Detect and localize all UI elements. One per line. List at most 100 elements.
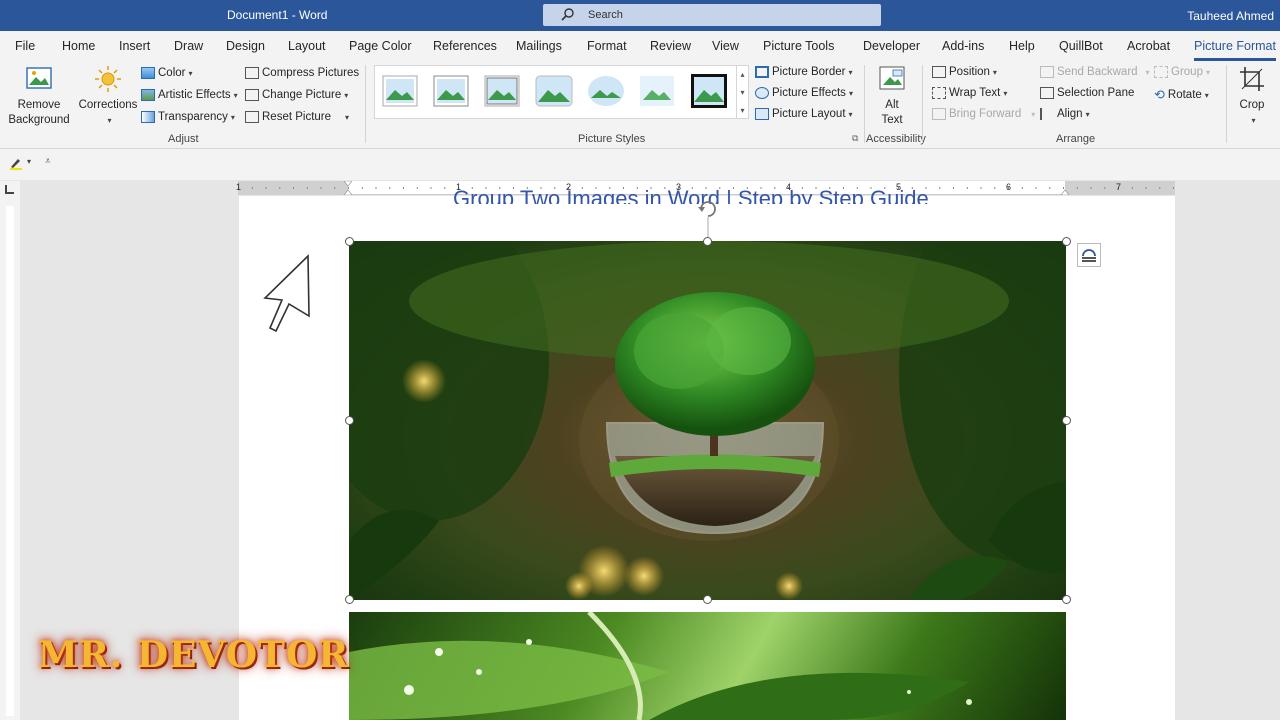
ruler-tick [980,187,982,189]
alt-text-label-1: Alt [885,99,899,111]
tab-insert[interactable]: Insert [119,39,150,53]
resize-handle-top-left[interactable] [345,237,354,246]
resize-handle-left[interactable] [345,416,354,425]
tab-design[interactable]: Design [226,39,265,53]
picture-styles-group-label: Picture Styles [578,133,646,145]
tab-picture-format[interactable]: Picture Format [1194,39,1276,53]
color-button[interactable]: Color ▾ [141,67,193,79]
wrap-text-label: Wrap Text [949,87,1001,99]
mouse-cursor-icon [263,254,310,332]
second-picture[interactable] [349,612,1066,720]
artistic-effects-button[interactable]: Artistic Effects ▾ [141,89,238,101]
selection-pane-button[interactable]: Selection Pane [1040,87,1134,99]
chevron-down-icon: ▾ [848,109,853,119]
tab-layout[interactable]: Layout [288,39,326,53]
alt-text-icon [879,66,905,90]
crop-icon [1240,67,1264,91]
selection-pane-label: Selection Pane [1057,87,1135,99]
selected-picture[interactable] [349,241,1066,600]
alt-text-button[interactable]: Alt Text [872,65,912,128]
picture-effects-button[interactable]: Picture Effects ▾ [755,87,853,99]
chevron-down-icon[interactable]: ▾ [27,157,31,166]
picture-style-6 [640,76,674,106]
group-divider [365,65,366,143]
rotate-icon: ⟲ [1154,87,1165,102]
document-heading[interactable]: Group Two Images in Word | Step by Step … [453,184,929,204]
compress-pictures-button[interactable]: Compress Pictures [245,67,359,79]
resize-handle-bottom[interactable] [703,595,712,604]
resize-handle-top-right[interactable] [1062,237,1071,246]
highlighter-icon[interactable] [9,156,23,173]
document-title: Document1 - Word [227,8,328,22]
chevron-down-icon: ▾ [1145,67,1150,77]
search-icon [561,7,575,24]
ruler-tick [293,187,294,189]
tab-review[interactable]: Review [650,39,691,53]
picture-border-button[interactable]: Picture Border ▾ [755,66,853,78]
dialog-launcher-icon[interactable]: ⧉ [852,133,858,144]
chevron-down-icon: ▾ [848,67,853,77]
picture-style-3 [484,75,520,107]
picture-layout-button[interactable]: Picture Layout ▾ [755,108,853,120]
layout-options-button[interactable] [1077,243,1101,267]
picture-layout-label: Picture Layout [772,108,846,120]
customize-toolbar-icon[interactable]: ⩡ [45,156,51,167]
resize-handle-top[interactable] [703,237,712,246]
tab-draw[interactable]: Draw [174,39,203,53]
tab-view[interactable]: View [712,39,739,53]
gallery-scroll[interactable]: ▴ ▾ ▾ [736,65,749,119]
user-name[interactable]: Tauheed Ahmed [1187,9,1274,23]
tab-picture-tools[interactable]: Picture Tools [763,39,834,53]
remove-background-label-2: Background [8,114,70,126]
tab-page-color[interactable]: Page Color [349,39,412,53]
title-bar: Document1 - Word Search Tauheed Ahmed [0,0,1280,31]
ruler-number: 7 [1116,182,1122,192]
tab-quillbot[interactable]: QuillBot [1059,39,1103,53]
align-button[interactable]: Align ▾ [1040,108,1090,120]
tab-developer[interactable]: Developer [863,39,920,53]
search-box[interactable]: Search [543,4,881,26]
foreground-leaves [349,481,1066,600]
artistic-effects-label: Artistic Effects [158,89,231,101]
wrap-text-button[interactable]: Wrap Text ▾ [932,87,1007,99]
resize-handle-right[interactable] [1062,416,1071,425]
ruler-tick [320,187,322,189]
tab-help[interactable]: Help [1009,39,1035,53]
send-backward-button[interactable]: Send Backward ▾ [1040,66,1150,78]
tab-mailings[interactable]: Mailings [516,39,562,53]
picture-border-label: Picture Border [772,66,846,78]
ruler-tick [416,187,418,189]
transparency-button[interactable]: Transparency ▾ [141,111,235,123]
group-divider [922,65,923,143]
crop-button[interactable]: Crop ▾ [1234,65,1270,128]
bring-forward-button[interactable]: Bring Forward ▾ [932,108,1035,120]
group-divider [864,65,865,143]
tab-acrobat[interactable]: Acrobat [1127,39,1170,53]
picture-style-7 [691,74,727,108]
resize-handle-bottom-left[interactable] [345,595,354,604]
resize-handle-bottom-right[interactable] [1062,595,1071,604]
ruler-tick [1173,187,1174,189]
compress-pictures-label: Compress Pictures [262,67,360,79]
reset-picture-icon [245,111,259,123]
ruler-number: 6 [1006,182,1012,192]
group-icon [1154,66,1168,78]
tab-add-ins[interactable]: Add-ins [942,39,984,53]
picture-styles-gallery[interactable] [374,65,749,119]
ruler-tick [1159,187,1161,189]
change-picture-button[interactable]: Change Picture ▾ [245,89,348,101]
group-button[interactable]: Group ▾ [1154,66,1210,78]
reset-picture-label: Reset Picture [262,111,332,123]
tab-home[interactable]: Home [62,39,95,53]
remove-background-button[interactable]: Remove Background [6,65,72,128]
rotate-button[interactable]: ⟲ Rotate ▾ [1154,87,1209,103]
tab-references[interactable]: References [433,39,497,53]
tab-file[interactable]: File [15,39,35,53]
position-button[interactable]: Position ▾ [932,66,997,78]
tab-format[interactable]: Format [587,39,627,53]
transparency-icon [141,111,155,123]
reset-picture-button[interactable]: Reset Picture ▾ [245,111,349,123]
corrections-button[interactable]: Corrections ▾ [76,65,140,128]
ruler-tick [939,187,941,189]
send-backward-label: Send Backward [1057,66,1138,78]
